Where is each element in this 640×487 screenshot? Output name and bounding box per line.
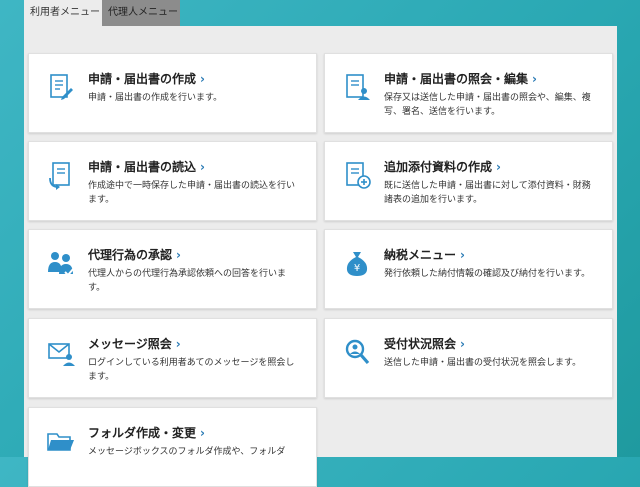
card-create-additional-attachment[interactable]: 追加添付資料の作成 › 既に送信した申請・届出書に対して添付資料・財務諸表の追加を… xyxy=(324,141,613,221)
chevron-right-icon: › xyxy=(200,72,205,86)
card-approve-agent-action[interactable]: 代理行為の承認 › 代理人からの代理行為承認依頼への回答を行います。 xyxy=(28,229,317,309)
card-title: 受付状況照会 › xyxy=(384,337,465,351)
card-folder-create-change[interactable]: フォルダ作成・変更 › メッセージボックスのフォルダ作成や、フォルダ xyxy=(28,407,317,487)
card-desc: 作成途中で一時保存した申請・届出書の読込を行います。 xyxy=(88,181,296,205)
mail-person-icon xyxy=(48,343,75,366)
menu-tabs: 利用者メニュー 代理人メニュー xyxy=(24,0,180,26)
card-desc: 申請・届出書の作成を行います。 xyxy=(88,93,223,103)
card-desc: ログインしている利用者あてのメッセージを照会します。 xyxy=(88,358,295,382)
folder-icon xyxy=(47,433,74,451)
document-load-icon xyxy=(49,162,70,190)
person-search-icon xyxy=(345,339,370,365)
chevron-right-icon: › xyxy=(532,72,537,86)
card-desc: 送信した申請・届出書の受付状況を照会します。 xyxy=(384,358,582,368)
card-desc: 保存又は送信した申請・届出書の照会や、編集、複写、署名、送信を行います。 xyxy=(384,93,591,117)
card-title: 代理行為の承認 › xyxy=(88,248,181,262)
card-title: 申請・届出書の照会・編集 › xyxy=(384,72,537,86)
card-title: 追加添付資料の作成 › xyxy=(384,160,501,174)
card-desc: 発行依頼した納付情報の確認及び納付を行います。 xyxy=(384,269,591,279)
card-desc: 既に送信した申請・届出書に対して添付資料・財務諸表の追加を行います。 xyxy=(384,181,591,205)
tab-user-menu[interactable]: 利用者メニュー xyxy=(24,0,102,26)
chevron-right-icon: › xyxy=(200,426,205,440)
menu-panel: 申請・届出書の作成 › 申請・届出書の作成を行います。 申請・届出書の照会・編集 ›… xyxy=(24,26,617,487)
card-load-application[interactable]: 申請・届出書の読込 › 作成途中で一時保存した申請・届出書の読込を行います。 xyxy=(28,141,317,221)
card-desc: 代理人からの代理行為承認依頼への回答を行います。 xyxy=(88,269,287,293)
document-pen-icon xyxy=(50,74,73,100)
chevron-right-icon: › xyxy=(176,248,181,262)
chevron-right-icon: › xyxy=(460,248,465,262)
card-message-inquiry[interactable]: メッセージ照会 › ログインしている利用者あてのメッセージを照会します。 xyxy=(28,318,317,398)
card-title: フォルダ作成・変更 › xyxy=(88,426,205,440)
document-add-icon xyxy=(346,162,371,189)
chevron-right-icon: › xyxy=(496,160,501,174)
tab-agent-menu[interactable]: 代理人メニュー xyxy=(102,0,180,26)
chevron-right-icon: › xyxy=(460,337,465,351)
card-title: 申請・届出書の読込 › xyxy=(88,160,205,174)
card-title: 申請・届出書の作成 › xyxy=(88,72,205,86)
document-person-icon xyxy=(346,74,370,100)
chevron-right-icon: › xyxy=(200,160,205,174)
card-title: メッセージ照会 › xyxy=(88,337,181,351)
yen-bag-icon: ¥ xyxy=(346,252,368,276)
chevron-right-icon: › xyxy=(175,337,181,351)
svg-text:¥: ¥ xyxy=(354,263,360,274)
agent-approval-icon xyxy=(48,252,75,277)
card-reception-status-inquiry[interactable]: 受付状況照会 › 送信した申請・届出書の受付状況を照会します。 xyxy=(324,318,613,398)
card-title: 納税メニュー › xyxy=(384,248,465,262)
card-tax-payment-menu[interactable]: ¥ 納税メニュー › 発行依頼した納付情報の確認及び納付を行います。 xyxy=(324,229,613,309)
card-view-edit-application[interactable]: 申請・届出書の照会・編集 › 保存又は送信した申請・届出書の照会や、編集、複写、署… xyxy=(324,53,613,133)
card-create-application[interactable]: 申請・届出書の作成 › 申請・届出書の作成を行います。 xyxy=(28,53,317,133)
